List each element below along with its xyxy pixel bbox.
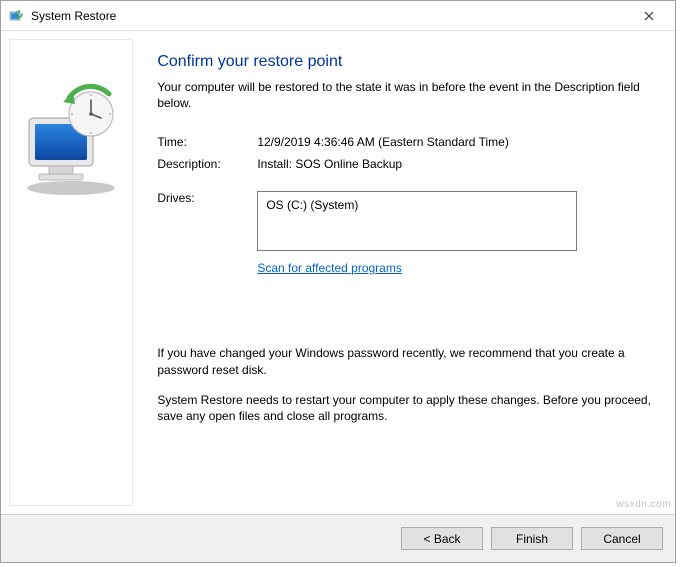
drives-label: Drives:: [157, 191, 257, 205]
cancel-button[interactable]: Cancel: [581, 527, 663, 550]
system-restore-illustration-icon: [11, 80, 131, 200]
intro-text: Your computer will be restored to the st…: [157, 79, 657, 111]
content-panel: Confirm your restore point Your computer…: [133, 39, 667, 506]
time-row: Time: 12/9/2019 4:36:46 AM (Eastern Stan…: [157, 135, 657, 149]
password-note: If you have changed your Windows passwor…: [157, 345, 657, 377]
description-value: Install: SOS Online Backup: [257, 157, 657, 171]
footer-button-bar: < Back Finish Cancel: [1, 514, 675, 562]
back-button[interactable]: < Back: [401, 527, 483, 550]
system-restore-window: System Restore: [0, 0, 676, 563]
description-label: Description:: [157, 157, 257, 171]
drives-list: OS (C:) (System): [257, 191, 577, 251]
sidebar-graphic-panel: [9, 39, 133, 506]
description-row: Description: Install: SOS Online Backup: [157, 157, 657, 171]
restart-note: System Restore needs to restart your com…: [157, 392, 657, 424]
window-title: System Restore: [31, 9, 629, 23]
page-heading: Confirm your restore point: [157, 53, 657, 71]
drives-value: OS (C:) (System): [266, 198, 358, 212]
scan-link-row: Scan for affected programs: [257, 261, 657, 275]
close-button[interactable]: [629, 3, 669, 29]
time-label: Time:: [157, 135, 257, 149]
finish-button[interactable]: Finish: [491, 527, 573, 550]
window-body: Confirm your restore point Your computer…: [1, 31, 675, 514]
drives-row: Drives: OS (C:) (System): [157, 191, 657, 251]
titlebar: System Restore: [1, 1, 675, 31]
scan-affected-programs-link[interactable]: Scan for affected programs: [257, 261, 402, 275]
time-value: 12/9/2019 4:36:46 AM (Eastern Standard T…: [257, 135, 657, 149]
app-icon: [9, 8, 25, 24]
